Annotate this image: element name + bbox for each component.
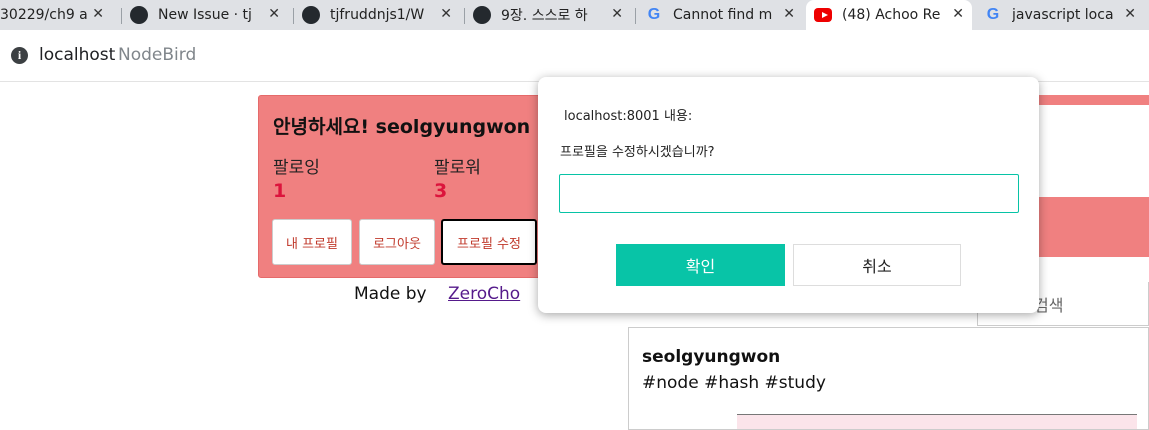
- following-label: 팔로잉: [273, 158, 320, 178]
- post-card: seolgyungwon #node #hash #study: [628, 327, 1149, 430]
- made-by-text: Made by: [354, 284, 427, 304]
- url-page-title: NodeBird: [118, 45, 197, 65]
- tab-youtube-active[interactable]: (48) Achoo Re ✕: [806, 0, 972, 30]
- post-image: [737, 414, 1137, 429]
- google-icon: G: [647, 6, 661, 23]
- greeting-text: 안녕하세요! seolgyungwon: [273, 116, 531, 138]
- post-author: seolgyungwon: [642, 347, 781, 367]
- close-icon[interactable]: ✕: [268, 6, 280, 22]
- tab-title: tjfruddnjs1/W: [330, 7, 425, 23]
- tab-tjfruddnjs[interactable]: tjfruddnjs1/W ✕: [302, 0, 460, 30]
- profile-card: 안녕하세요! seolgyungwon 팔로잉 1 팔로워 3 내 프로필 로그…: [258, 95, 558, 278]
- close-icon[interactable]: ✕: [952, 6, 964, 22]
- my-profile-button[interactable]: 내 프로필: [272, 219, 352, 265]
- github-icon: [473, 6, 491, 24]
- follower-label: 팔로워: [434, 158, 481, 178]
- tab-separator: [293, 8, 294, 24]
- tab-chapter9[interactable]: 9장. 스스로 하 ✕: [473, 0, 631, 30]
- close-icon[interactable]: ✕: [440, 6, 452, 22]
- ok-button[interactable]: 확인: [616, 244, 785, 286]
- dialog-origin: localhost:8001 내용:: [564, 109, 693, 124]
- close-icon[interactable]: ✕: [1124, 6, 1136, 22]
- tab-title: (48) Achoo Re: [842, 7, 941, 23]
- close-icon[interactable]: ✕: [92, 6, 104, 22]
- google-icon: G: [986, 6, 1000, 23]
- tab-title: 9장. 스스로 하: [501, 8, 588, 24]
- dialog-message: 프로필을 수정하시겠습니까?: [560, 145, 715, 160]
- youtube-icon: [814, 6, 832, 24]
- cancel-button[interactable]: 취소: [793, 244, 961, 286]
- github-icon: [302, 6, 320, 24]
- dialog-input[interactable]: [559, 174, 1019, 213]
- right-panel: [1038, 105, 1149, 197]
- logout-button[interactable]: 로그아웃: [359, 219, 435, 265]
- tab-title: Cannot find m: [673, 7, 773, 23]
- url-host: localhost: [39, 45, 116, 65]
- info-icon[interactable]: i: [11, 47, 28, 64]
- following-count: 1: [273, 180, 287, 202]
- github-icon: [130, 6, 148, 24]
- tab-title: New Issue · tj: [158, 7, 252, 23]
- tab-title: 30229/ch9 a: [0, 7, 88, 23]
- follower-count: 3: [434, 180, 448, 202]
- tab-ch9[interactable]: 30229/ch9 a ✕: [0, 0, 112, 30]
- tab-strip: 30229/ch9 a ✕ New Issue · tj ✕ tjfruddnj…: [0, 0, 1149, 30]
- tab-new-issue[interactable]: New Issue · tj ✕: [130, 0, 288, 30]
- tab-separator: [635, 8, 636, 24]
- tab-javascript[interactable]: G javascript loca ✕: [984, 0, 1144, 30]
- close-icon[interactable]: ✕: [611, 6, 623, 22]
- tab-separator: [121, 8, 122, 24]
- tab-cannot-find[interactable]: G Cannot find m ✕: [645, 0, 803, 30]
- tab-title: javascript loca: [1012, 7, 1114, 23]
- post-content: #node #hash #study: [642, 373, 826, 393]
- right-card-red: [1038, 197, 1149, 257]
- address-bar[interactable]: i localhost NodeBird: [0, 30, 1149, 82]
- tab-separator: [464, 8, 465, 24]
- right-card-top: [1038, 95, 1149, 105]
- prompt-dialog: localhost:8001 내용: 프로필을 수정하시겠습니까? 확인 취소: [538, 77, 1039, 313]
- edit-profile-button[interactable]: 프로필 수정: [441, 219, 537, 265]
- author-link[interactable]: ZeroCho: [448, 284, 520, 304]
- close-icon[interactable]: ✕: [783, 6, 795, 22]
